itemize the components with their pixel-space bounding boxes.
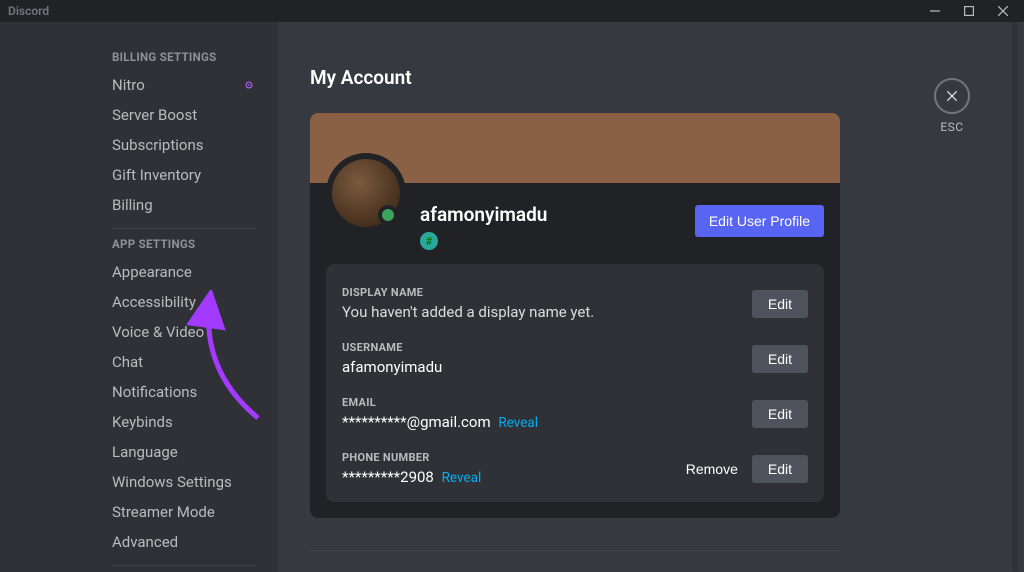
field-value: afamonyimadu <box>342 358 442 376</box>
sidebar-section-app: APP SETTINGS <box>112 237 268 251</box>
sidebar-item-keybinds[interactable]: Keybinds <box>88 407 268 437</box>
field-phone: PHONE NUMBER *********2908 Reveal Remove… <box>342 445 808 486</box>
window-controls <box>922 2 1016 20</box>
field-display-name: DISPLAY NAME You haven't added a display… <box>342 280 808 335</box>
sidebar-divider <box>112 565 256 566</box>
sidebar-item-label: Windows Settings <box>112 473 232 491</box>
edit-display-name-button[interactable]: Edit <box>752 290 808 318</box>
sidebar-item-advanced[interactable]: Advanced <box>88 527 268 557</box>
sidebar-item-label: Billing <box>112 196 153 214</box>
sidebar-item-label: Keybinds <box>112 413 173 431</box>
field-value: *********2908 <box>342 468 434 486</box>
profile-card: afamonyimadu # Edit User Profile DISPLAY… <box>310 113 840 518</box>
sidebar-item-notifications[interactable]: Notifications <box>88 377 268 407</box>
field-username: USERNAME afamonyimadu Edit <box>342 335 808 390</box>
remove-phone-button[interactable]: Remove <box>686 461 738 477</box>
online-status-icon <box>378 205 398 225</box>
edit-user-profile-button[interactable]: Edit User Profile <box>695 205 824 237</box>
sidebar-section-billing: BILLING SETTINGS <box>112 50 268 64</box>
sidebar-item-voice-video[interactable]: Voice & Video <box>88 317 268 347</box>
sidebar-item-subscriptions[interactable]: Subscriptions <box>88 130 268 160</box>
window-maximize-button[interactable] <box>956 2 982 20</box>
sidebar-item-server-boost[interactable]: Server Boost <box>88 100 268 130</box>
close-label: ESC <box>934 120 970 134</box>
sidebar-item-gift-inventory[interactable]: Gift Inventory <box>88 160 268 190</box>
field-label: PHONE NUMBER <box>342 451 686 464</box>
sidebar-item-label: Accessibility <box>112 293 196 311</box>
content-divider <box>310 550 840 551</box>
account-fields: DISPLAY NAME You haven't added a display… <box>326 264 824 502</box>
nitro-icon <box>242 78 256 92</box>
sidebar-item-language[interactable]: Language <box>88 437 268 467</box>
sidebar-item-windows-settings[interactable]: Windows Settings <box>88 467 268 497</box>
sidebar-item-streamer-mode[interactable]: Streamer Mode <box>88 497 268 527</box>
sidebar-item-label: Server Boost <box>112 106 197 124</box>
settings-sidebar: BILLING SETTINGS Nitro Server Boost Subs… <box>0 22 278 572</box>
field-value: **********@gmail.com <box>342 413 491 431</box>
edit-phone-button[interactable]: Edit <box>752 455 808 483</box>
field-value: You haven't added a display name yet. <box>342 303 594 321</box>
app-name: Discord <box>8 4 49 18</box>
reveal-email-button[interactable]: Reveal <box>498 415 538 431</box>
close-settings: ESC <box>934 78 970 134</box>
hashtag-badge-icon: # <box>420 232 438 250</box>
sidebar-item-label: Streamer Mode <box>112 503 215 521</box>
sidebar-item-label: Subscriptions <box>112 136 203 154</box>
scrollbar[interactable] <box>1012 22 1018 572</box>
profile-username: afamonyimadu <box>420 203 695 226</box>
field-label: EMAIL <box>342 396 752 409</box>
sidebar-item-label: Nitro <box>112 76 145 94</box>
reveal-phone-button[interactable]: Reveal <box>442 470 482 486</box>
sidebar-item-appearance[interactable]: Appearance <box>88 257 268 287</box>
sidebar-item-accessibility[interactable]: Accessibility <box>88 287 268 317</box>
sidebar-item-label: Notifications <box>112 383 197 401</box>
sidebar-item-label: Gift Inventory <box>112 166 201 184</box>
avatar[interactable] <box>326 153 406 233</box>
field-label: DISPLAY NAME <box>342 286 752 299</box>
sidebar-item-chat[interactable]: Chat <box>88 347 268 377</box>
sidebar-divider <box>112 228 256 229</box>
edit-email-button[interactable]: Edit <box>752 400 808 428</box>
sidebar-item-label: Advanced <box>112 533 178 551</box>
sidebar-item-nitro[interactable]: Nitro <box>88 70 268 100</box>
sidebar-item-label: Voice & Video <box>112 323 204 341</box>
field-email: EMAIL **********@gmail.com Reveal Edit <box>342 390 808 445</box>
edit-username-button[interactable]: Edit <box>752 345 808 373</box>
sidebar-item-label: Language <box>112 443 178 461</box>
window-minimize-button[interactable] <box>922 2 948 20</box>
main-content: ESC My Account afamonyimadu # <box>278 22 1024 572</box>
close-button[interactable] <box>934 78 970 114</box>
window-close-button[interactable] <box>990 2 1016 20</box>
sidebar-item-label: Appearance <box>112 263 192 281</box>
close-icon <box>944 88 960 104</box>
sidebar-item-billing[interactable]: Billing <box>88 190 268 220</box>
window-titlebar: Discord <box>0 0 1024 22</box>
page-title: My Account <box>310 66 978 89</box>
field-label: USERNAME <box>342 341 752 354</box>
sidebar-item-label: Chat <box>112 353 143 371</box>
